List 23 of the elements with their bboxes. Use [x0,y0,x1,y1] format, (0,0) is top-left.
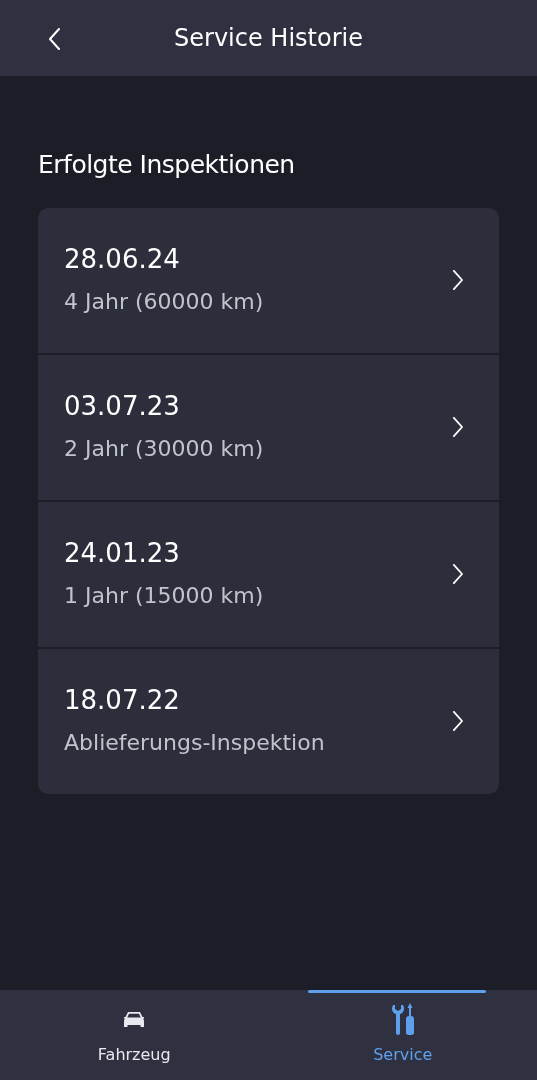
inspection-date: 03.07.23 [64,391,181,421]
inspection-row[interactable]: 03.07.23 2 Jahr (30000 km) [38,354,499,500]
car-icon [123,1010,146,1028]
inspection-description: Ablieferungs-Inspektion [64,729,326,757]
inspection-row[interactable]: 28.06.24 4 Jahr (60000 km) [38,207,499,353]
back-icon [49,28,61,50]
inspection-date: 18.07.22 [64,685,181,715]
section-title: Erfolgte Inspektionen [38,149,296,181]
tools-icon [390,1003,415,1035]
inspection-date: 24.01.23 [64,538,181,568]
header-title: Service Historie [174,23,363,54]
inspection-description: 4 Jahr (60000 km) [64,288,265,316]
chevron-right-icon [452,564,463,584]
inspection-row[interactable]: 18.07.22 Ablieferungs-Inspektion [38,648,499,794]
chevron-right-icon [452,270,463,290]
inspection-row[interactable]: 24.01.23 1 Jahr (15000 km) [38,501,499,647]
inspection-description: 1 Jahr (15000 km) [64,582,265,610]
inspection-date: 28.06.24 [64,244,181,274]
chevron-right-icon [452,417,463,437]
chevron-right-icon [452,711,463,731]
nav-tab[interactable]: Service [268,990,537,1080]
nav-tab[interactable]: Fahrzeug [0,990,269,1080]
inspection-description: 2 Jahr (30000 km) [64,435,265,463]
